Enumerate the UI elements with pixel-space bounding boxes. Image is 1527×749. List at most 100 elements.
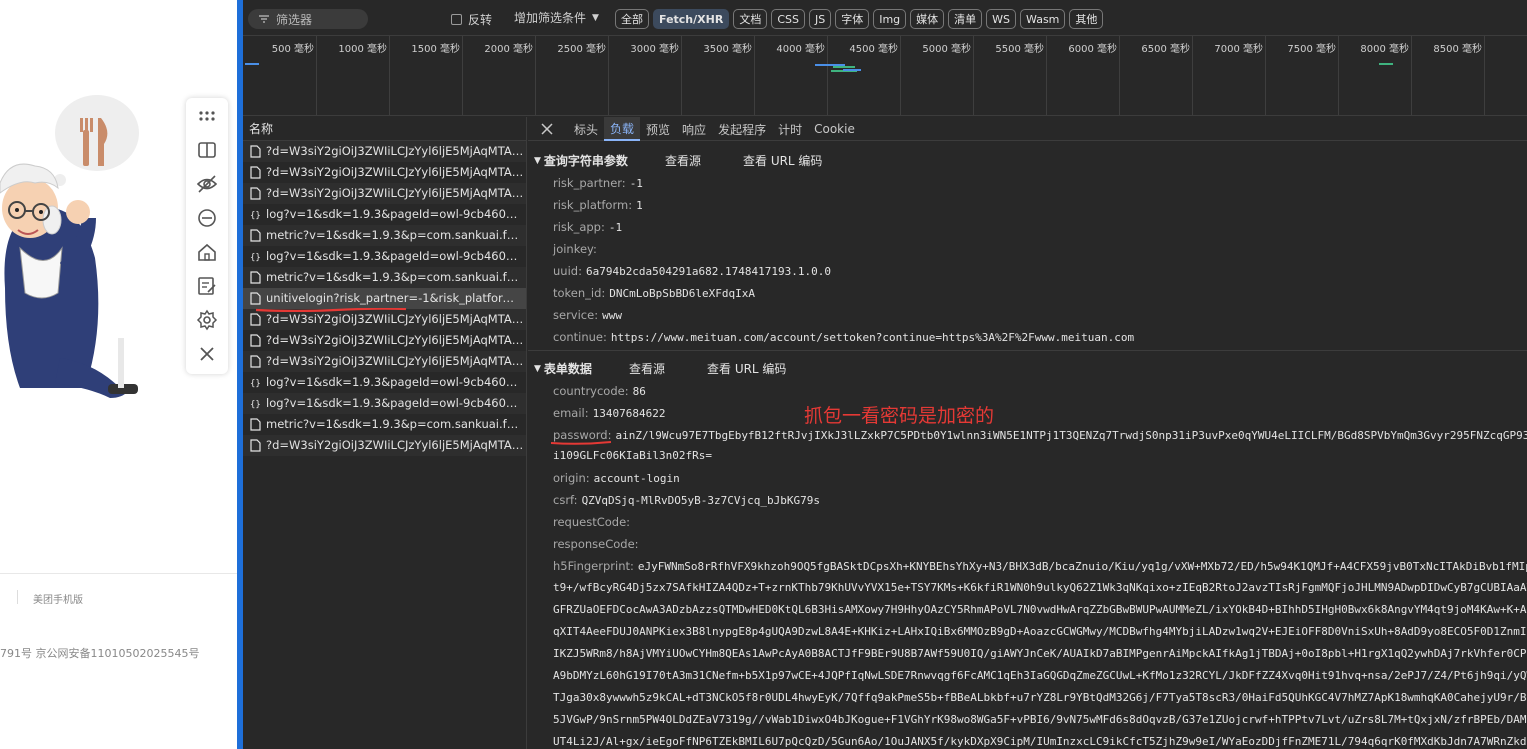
close-icon[interactable]	[193, 340, 221, 368]
type-filter-chip[interactable]: Img	[873, 9, 907, 29]
doc-icon	[249, 186, 261, 200]
tab-1[interactable]: 负载	[604, 117, 641, 141]
tab-5[interactable]: 计时	[772, 117, 808, 141]
type-filter-chip[interactable]: 其他	[1069, 9, 1104, 29]
eye-off-icon[interactable]	[193, 170, 221, 198]
param-key: risk_app:	[553, 220, 605, 234]
timeline-gridline	[389, 36, 390, 115]
tab-2[interactable]: 预览	[640, 117, 676, 141]
close-icon[interactable]	[540, 122, 554, 136]
type-filter-chip[interactable]: 媒体	[910, 9, 945, 29]
timeline-request-bar	[1379, 63, 1393, 65]
query-view-url-encoded-button[interactable]: 查看 URL 编码	[743, 152, 822, 169]
timeline-tick-label: 7500 毫秒	[1287, 44, 1336, 55]
timeline-tick-label: 1500 毫秒	[411, 44, 460, 55]
param-key: countrycode:	[553, 384, 629, 398]
timeline-gridline	[1484, 36, 1485, 115]
fingerprint-value-line: qXIT4AeeFDUJ0ANPKiex3B8lnypgE8p4gUQA9Dzw…	[553, 625, 1527, 638]
tab-6[interactable]: Cookie	[808, 117, 861, 141]
param-key: risk_partner:	[553, 176, 626, 190]
request-row[interactable]: {} log?v=1&sdk=1.9.3&pageId=owl-9cb46066-…	[243, 246, 526, 267]
type-filter-chip[interactable]: 文档	[733, 9, 768, 29]
tab-list: 标头 负载 预览 响应 发起程序 计时 Cookie	[568, 117, 861, 141]
more-filters-dropdown[interactable]: 增加筛选条件 ▼	[514, 9, 599, 26]
param-value: -1	[608, 221, 623, 234]
minus-circle-icon[interactable]	[193, 204, 221, 232]
query-params-title: 查询字符串参数	[543, 154, 628, 168]
tab-4[interactable]: 发起程序	[712, 117, 772, 141]
home-icon[interactable]	[193, 238, 221, 266]
tab-3[interactable]: 响应	[676, 117, 712, 141]
type-filter-chip[interactable]: Wasm	[1020, 9, 1066, 29]
timeline-tick-label: 9000	[1499, 40, 1527, 51]
request-row[interactable]: ?d=W3siY2giOiJ3ZWIiLCJzYyl6ljE5MjAqMTA4.…	[243, 351, 526, 372]
network-timeline-overview[interactable]: 500 毫秒 1000 毫秒 1500 毫秒 2000 毫秒 2500 毫秒 3000 毫…	[243, 36, 1527, 116]
gear-icon[interactable]	[193, 306, 221, 334]
param-key: continue:	[553, 330, 607, 344]
type-filter-chip[interactable]: JS	[808, 9, 832, 29]
timeline-gridline	[1119, 36, 1120, 115]
timeline-gridline	[973, 36, 974, 115]
request-row[interactable]: metric?v=1&sdk=1.9.3&p=com.sankuai.fe.ww…	[243, 414, 526, 435]
param-key: token_id:	[553, 286, 606, 300]
request-row[interactable]: {} log?v=1&sdk=1.9.3&pageId=owl-9cb46066-…	[243, 393, 526, 414]
footer-mobile-link[interactable]: 美团手机版	[33, 591, 83, 606]
filter-placeholder: 筛选器	[276, 12, 313, 27]
request-row[interactable]: ?d=W3siY2giOiJ3ZWIiLCJzYyl6ljE5MjAqMTA4.…	[243, 309, 526, 330]
timeline-request-bar	[245, 63, 259, 65]
red-underline-annotation	[256, 308, 406, 312]
tab-0[interactable]: 标头	[568, 117, 604, 141]
request-row[interactable]: {} log?v=1&sdk=1.9.3&pageId=owl-9cb46066-…	[243, 204, 526, 225]
edit-note-icon[interactable]	[193, 272, 221, 300]
triangle-down-icon: ▼	[534, 363, 541, 374]
checkbox-box[interactable]	[451, 14, 462, 25]
form-data-section-header[interactable]: ▼ 表单数据	[534, 360, 592, 377]
param-value: 13407684622	[592, 407, 666, 420]
query-view-source-button[interactable]: 查看源	[665, 152, 701, 169]
type-filter-chip[interactable]: CSS	[771, 9, 805, 29]
request-row[interactable]: unitivelogin?risk_partner=-1&risk_platfo…	[243, 288, 526, 309]
request-row[interactable]: ?d=W3siY2giOiJ3ZWIiLCJzYyl6ljE5MjAqMTA4.…	[243, 141, 526, 162]
request-row[interactable]: metric?v=1&sdk=1.9.3&p=com.sankuai.fe.ww…	[243, 225, 526, 246]
param-key: email:	[553, 406, 589, 420]
timeline-tick-label: 1000 毫秒	[338, 44, 387, 55]
request-row[interactable]: ?d=W3siY2giOiJ3ZWIiLCJzYyl6ljE5MjAqMTA4.…	[243, 435, 526, 456]
request-row[interactable]: {} log?v=1&sdk=1.9.3&pageId=owl-9cb46066-…	[243, 372, 526, 393]
type-filter-chip[interactable]: 清单	[948, 9, 983, 29]
doc-icon	[249, 417, 261, 431]
param-value: account-login	[593, 472, 680, 485]
request-name: ?d=W3siY2giOiJ3ZWIiLCJzYyl6ljE5MjAqMTA4.…	[266, 312, 524, 326]
type-filter-chip[interactable]: 字体	[835, 9, 870, 29]
request-row[interactable]: ?d=W3siY2giOiJ3ZWIiLCJzYyl6ljE5MjAqMTA4.…	[243, 183, 526, 204]
timeline-tick-label: 3500 毫秒	[703, 44, 752, 55]
split-panel-icon[interactable]	[193, 136, 221, 164]
form-view-source-button[interactable]: 查看源	[629, 360, 665, 377]
chevron-down-icon: ▼	[592, 12, 599, 23]
type-filter-chip[interactable]: Fetch/XHR	[653, 9, 730, 29]
invert-checkbox[interactable]: 反转	[451, 11, 492, 28]
form-row-origin: origin: account-login	[553, 471, 680, 485]
param-value: DNCmLoBpSbBD6leXFdqIxA	[609, 287, 755, 300]
name-column-header[interactable]: 名称	[243, 117, 526, 141]
timeline-gridline	[1192, 36, 1193, 115]
timeline-tick-label: 4000 毫秒	[776, 44, 825, 55]
request-row[interactable]: metric?v=1&sdk=1.9.3&p=com.sankuai.fe.ww…	[243, 267, 526, 288]
timeline-tick-label: 4500 毫秒	[849, 44, 898, 55]
form-view-url-encoded-button[interactable]: 查看 URL 编码	[707, 360, 786, 377]
request-row[interactable]: ?d=W3siY2giOiJ3ZWIiLCJzYyl6ljE5MjAqMTA4.…	[243, 162, 526, 183]
grid-dots-icon[interactable]	[193, 102, 221, 130]
filter-input[interactable]: 筛选器	[248, 9, 368, 29]
devtools-network-panel: 筛选器 反转 增加筛选条件 ▼ 全部 Fetch/XHR 文档 CSS JS 字体 Img 媒…	[243, 0, 1527, 749]
svg-text:{}: {}	[250, 400, 261, 410]
query-params-section-header[interactable]: ▼ 查询字符串参数	[534, 152, 628, 169]
form-row-countrycode: countrycode: 86	[553, 384, 646, 398]
doc-icon	[249, 438, 261, 452]
timeline-request-bar	[833, 66, 855, 68]
doc-icon	[249, 144, 261, 158]
json-icon: {}	[249, 250, 261, 263]
param-value: 1	[636, 199, 643, 212]
request-row[interactable]: ?d=W3siY2giOiJ3ZWIiLCJzYyl6ljE5MjAqMTA4.…	[243, 330, 526, 351]
type-filter-chip[interactable]: WS	[986, 9, 1017, 29]
timeline-tick-label: 3000 毫秒	[630, 44, 679, 55]
type-filter-chip[interactable]: 全部	[615, 9, 649, 29]
